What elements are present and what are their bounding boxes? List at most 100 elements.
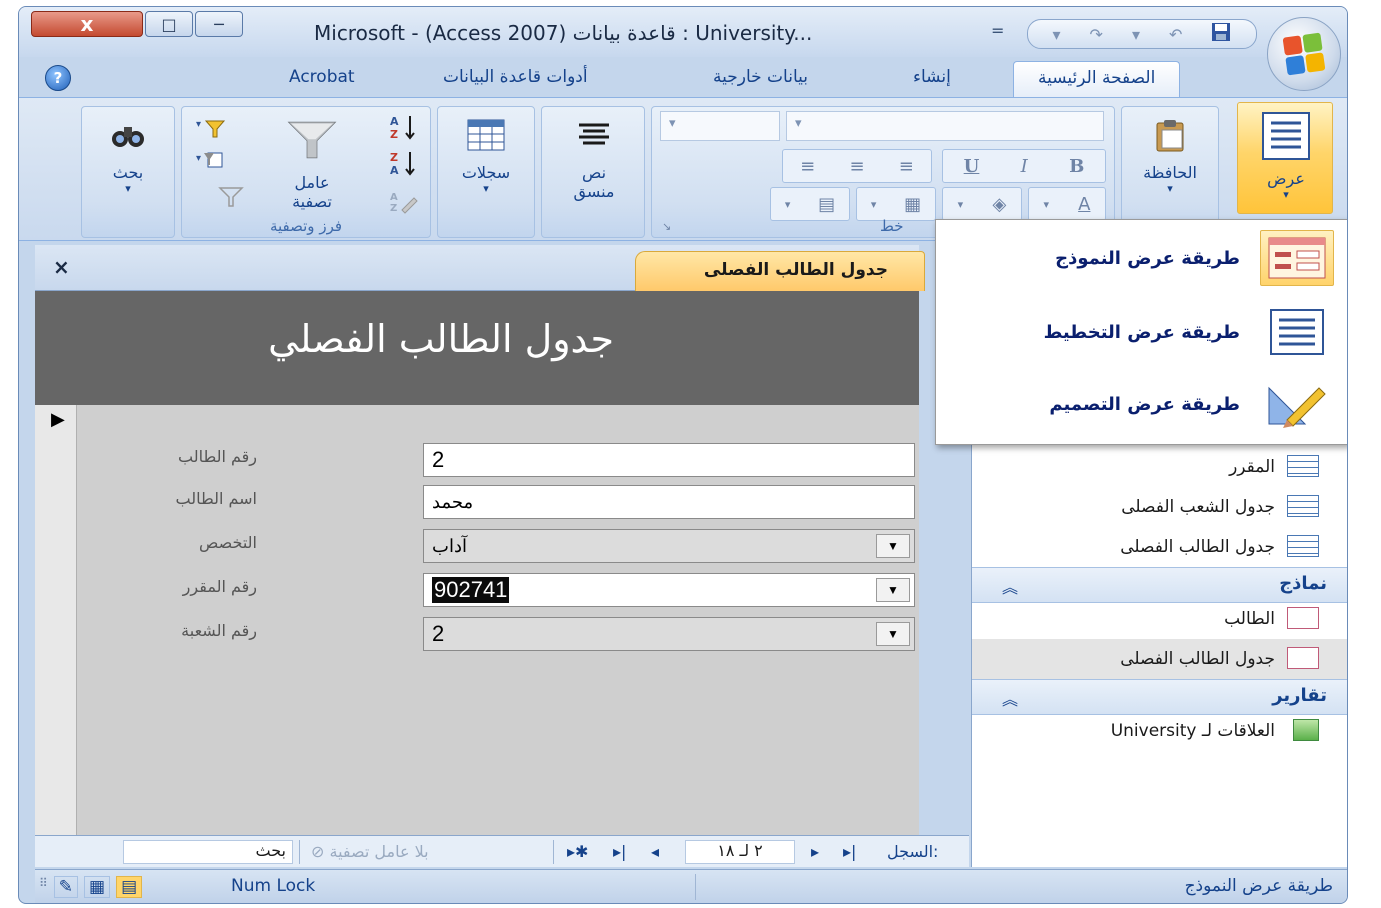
view-button[interactable]: عرض ▾ [1237, 102, 1333, 214]
redo-icon[interactable]: ↷ [1090, 25, 1103, 44]
previous-record-icon[interactable]: ▸ [811, 842, 819, 861]
current-record-input[interactable]: ٢ لـ ١٨ [685, 840, 795, 864]
undo-dropdown-icon[interactable]: ▾ [1132, 25, 1140, 44]
font-color-button[interactable]: ▾ A [1028, 187, 1106, 221]
tab-acrobat[interactable]: Acrobat [289, 67, 355, 87]
document-tab-strip: × جدول الطالب الفصلى [35, 245, 925, 291]
record-search-input[interactable]: بحث [123, 840, 293, 864]
major-combo[interactable]: آداب ▼ [423, 529, 915, 563]
student-number-label: رقم الطالب [177, 447, 257, 466]
first-record-icon[interactable]: ▸| [843, 842, 856, 861]
advanced-filter-icon[interactable]: ▾ [196, 147, 226, 175]
filter-button[interactable]: عامل تصفية [266, 113, 358, 211]
svg-text:▾: ▾ [196, 119, 201, 130]
paste-button[interactable]: الحافظة ▾ [1130, 113, 1210, 195]
nav-item-table-sections[interactable]: جدول الشعب الفصلى [1121, 497, 1275, 517]
gridlines-icon: ▤ [818, 193, 836, 215]
clipboard-icon [1145, 113, 1195, 157]
clear-sort-icon[interactable]: AZ [388, 187, 418, 215]
tab-external-data[interactable]: بيانات خارجية [713, 67, 808, 87]
selection-filter-icon[interactable]: ▾ [196, 115, 226, 143]
qat-customize-icon[interactable]: = [991, 21, 1004, 40]
font-name-combo[interactable] [786, 111, 1104, 141]
fill-bucket-icon: ◈ [992, 193, 1007, 215]
records-button[interactable]: سجلات ▾ [448, 113, 524, 195]
document-tab[interactable]: جدول الطالب الفصلى [635, 251, 925, 291]
maximize-window-button[interactable]: □ [145, 11, 193, 37]
ribbon-tab-strip: ? Acrobat أدوات قاعدة البيانات بيانات خا… [19, 57, 1347, 101]
sort-descending-icon[interactable]: ZA [388, 149, 418, 177]
tab-database-tools[interactable]: أدوات قاعدة البيانات [443, 67, 588, 87]
layout-view-switch-icon[interactable]: ▦ [84, 876, 111, 898]
student-name-field[interactable]: محمد [423, 485, 915, 519]
tab-home[interactable]: الصفحة الرئيسية [1013, 61, 1181, 101]
view-dropdown-menu: طريقة عرض النموذج طريقة عرض التخطيط طريق… [935, 219, 1347, 445]
report-icon [1293, 719, 1319, 741]
no-filter-icon: ⊘ [311, 842, 325, 861]
records-group: سجلات ▾ [437, 106, 535, 238]
help-icon[interactable]: ? [45, 65, 71, 91]
course-number-value: 902741 [432, 577, 510, 603]
nav-item-report-relationships[interactable]: العلاقات لـ University [1111, 721, 1275, 741]
align-right-icon[interactable]: ≡ [899, 156, 914, 177]
qat-dropdown-icon[interactable]: ▾ [1053, 25, 1061, 44]
underline-icon[interactable]: U [964, 156, 980, 177]
major-dropdown-icon[interactable]: ▼ [876, 534, 910, 558]
alternate-fill-button[interactable]: ▾ ▦ [856, 187, 936, 221]
font-dialog-launcher-icon[interactable]: ↘ [662, 220, 671, 233]
alternate-fill-dropdown-icon: ▾ [870, 197, 877, 211]
minimize-window-button[interactable]: ─ [195, 11, 243, 37]
course-number-dropdown-icon[interactable]: ▼ [876, 578, 910, 602]
find-button[interactable]: بحث ▾ [92, 113, 164, 195]
nav-group-forms[interactable]: نماذج ︽ [972, 567, 1347, 603]
design-view-switch-icon[interactable]: ✎ [53, 876, 79, 898]
no-filter-button[interactable]: ⊘ بلا عامل تصفية [311, 842, 429, 861]
record-selector[interactable]: ▶ [35, 405, 77, 835]
nav-item-table-student-term[interactable]: جدول الطالب الفصلى [1120, 537, 1275, 557]
sort-ascending-icon[interactable]: AZ [388, 113, 418, 141]
nav-item-form-student[interactable]: الطالب [1224, 609, 1275, 629]
fill-color-button[interactable]: ▾ ◈ [942, 187, 1022, 221]
filter-label-2: تصفية [292, 192, 332, 212]
design-view-icon [1260, 376, 1334, 432]
gridlines-button[interactable]: ▾ ▤ [770, 187, 850, 221]
menu-item-layout-view[interactable]: طريقة عرض التخطيط [1044, 322, 1240, 343]
record-label: السجل: [887, 842, 939, 861]
new-record-icon[interactable]: ▸✱ [567, 842, 588, 861]
bold-icon[interactable]: B [1069, 156, 1084, 177]
rich-text-button[interactable]: نص منسق [554, 113, 634, 201]
section-number-label: رقم الشعبة [181, 621, 257, 640]
nav-item-form-student-term[interactable]: جدول الطالب الفصلى [1120, 649, 1275, 669]
font-size-combo[interactable] [660, 111, 780, 141]
toggle-filter-icon[interactable] [216, 183, 246, 211]
layout-view-icon [1260, 304, 1334, 360]
record-navigation-bar: بحث ⊘ بلا عامل تصفية ▸✱ ▸| ◂ ٢ لـ ١٨ ▸ ▸… [35, 835, 969, 867]
nav-group-reports[interactable]: تقارير ︽ [972, 679, 1347, 715]
last-record-icon[interactable]: ▸| [613, 842, 626, 861]
font-group-label: خط [880, 217, 904, 235]
collapse-chevron-icon: ︽ [1002, 690, 1019, 709]
menu-item-design-view[interactable]: طريقة عرض التصميم [1049, 394, 1240, 415]
status-bar: ⠿ ✎ ▦ ▤ Num Lock طريقة عرض النموذج [35, 869, 1347, 903]
italic-icon[interactable]: I [1021, 156, 1028, 177]
student-number-field[interactable]: 2 [423, 443, 915, 477]
form-view-switch-icon[interactable]: ▤ [116, 876, 143, 898]
current-record-arrow-icon: ▶ [51, 409, 65, 430]
next-record-icon[interactable]: ◂ [651, 842, 659, 861]
save-icon[interactable] [1211, 22, 1231, 47]
close-document-icon[interactable]: × [53, 255, 70, 279]
menu-item-form-view[interactable]: طريقة عرض النموذج [1055, 248, 1240, 269]
section-number-dropdown-icon[interactable]: ▼ [876, 622, 910, 646]
section-number-combo[interactable]: 2 ▼ [423, 617, 915, 651]
tab-create[interactable]: إنشاء [913, 67, 951, 87]
align-center-icon[interactable]: ≡ [849, 156, 864, 177]
binoculars-icon [103, 113, 153, 157]
align-left-icon[interactable]: ≡ [800, 156, 815, 177]
nav-item-table-course[interactable]: المقرر [1229, 457, 1275, 477]
undo-icon[interactable]: ↶ [1169, 25, 1182, 44]
course-number-combo[interactable]: 902741 ▼ [423, 573, 915, 607]
close-window-button[interactable]: x [31, 11, 143, 37]
font-color-icon: A [1078, 193, 1091, 215]
form-icon [1287, 607, 1319, 629]
find-label: بحث [112, 163, 144, 182]
